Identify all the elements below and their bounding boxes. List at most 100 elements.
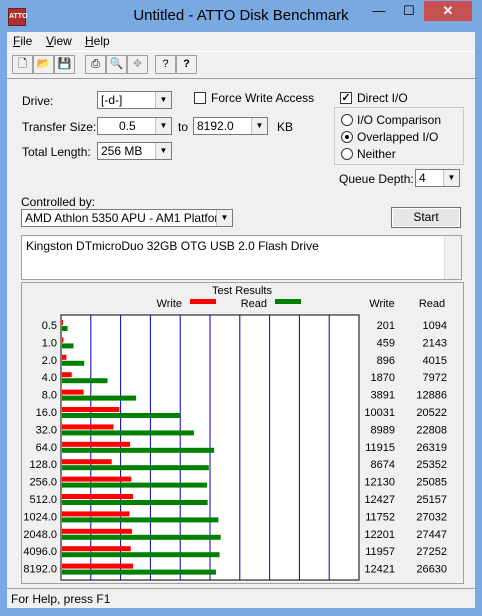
read-value: 2143 (423, 337, 447, 349)
status-text: For Help, press F1 (11, 592, 111, 606)
save-icon[interactable]: 💾 (54, 55, 75, 74)
read-value: 25085 (416, 477, 447, 489)
to-label: to (178, 120, 189, 134)
drive-select[interactable]: [-d-] ▼ (97, 91, 172, 109)
y-tick-label: 1.0 (42, 337, 57, 349)
write-bar (62, 476, 132, 482)
write-value: 12130 (364, 477, 395, 489)
controlled-by-label: Controlled by: (21, 195, 96, 209)
y-tick-label: 256.0 (29, 477, 57, 489)
queue-depth-label: Queue Depth: (339, 172, 414, 186)
read-bar (62, 413, 181, 418)
write-value: 10031 (364, 407, 395, 419)
read-bar (62, 569, 216, 575)
read-value: 4015 (423, 355, 447, 367)
description-scrollbar[interactable] (444, 236, 461, 279)
write-value: 1870 (371, 372, 395, 384)
transfer-to-select[interactable]: 8192.0 ▼ (193, 117, 268, 135)
write-value: 201 (377, 320, 395, 332)
write-bar (62, 546, 131, 552)
description-textbox[interactable]: Kingston DTmicroDuo 32GB OTG USB 2.0 Fla… (21, 235, 462, 280)
write-column-header: Write (369, 298, 394, 310)
y-tick-label: 512.0 (29, 494, 57, 506)
chevron-down-icon[interactable]: ▼ (155, 118, 171, 134)
chevron-down-icon[interactable]: ▼ (251, 118, 267, 134)
minimize-button[interactable]: — (364, 1, 394, 21)
menu-bar: File View Help (7, 32, 475, 50)
read-bar (62, 326, 68, 331)
read-bar (62, 395, 137, 401)
write-bar (62, 354, 67, 360)
y-tick-label: 4.0 (42, 372, 57, 384)
y-tick-label: 32.0 (36, 424, 57, 436)
write-bar (62, 528, 132, 534)
read-value: 27447 (416, 529, 447, 541)
move-icon[interactable]: ✥ (127, 55, 148, 74)
write-value: 11957 (365, 546, 395, 558)
chevron-down-icon[interactable]: ▼ (155, 92, 171, 108)
overlapped-io-radio[interactable] (341, 131, 353, 143)
write-value: 8674 (371, 459, 395, 471)
transfer-from-select[interactable]: 0.5 ▼ (97, 117, 172, 135)
write-bar (62, 372, 72, 378)
y-tick-label: 2.0 (42, 355, 57, 367)
read-bar (62, 378, 108, 384)
overlapped-io-label: Overlapped I/O (357, 130, 439, 144)
write-value: 896 (377, 355, 395, 367)
toolbar: 🗋 📂 💾 ⎙ 🔍 ✥ ? ? (7, 51, 475, 79)
read-value: 27032 (416, 511, 447, 523)
neither-label: Neither (357, 147, 396, 161)
read-value: 12886 (416, 390, 447, 402)
close-button[interactable]: ✕ (424, 1, 472, 21)
write-bar (62, 511, 130, 517)
read-bar (62, 343, 74, 349)
read-bar (62, 482, 208, 488)
write-value: 11915 (365, 442, 395, 454)
description-text: Kingston DTmicroDuo 32GB OTG USB 2.0 Fla… (26, 239, 319, 253)
write-bar (62, 337, 64, 343)
start-button[interactable]: Start (391, 207, 461, 228)
write-bar (62, 494, 134, 499)
y-tick-label: 8.0 (42, 390, 57, 402)
maximize-button[interactable]: ☐ (394, 1, 424, 21)
direct-io-checkbox[interactable]: ✓ (340, 92, 352, 104)
chevron-down-icon[interactable]: ▼ (155, 143, 171, 159)
help-icon[interactable]: ? (155, 55, 176, 74)
open-folder-icon[interactable]: 📂 (33, 55, 54, 74)
menu-file[interactable]: File (13, 34, 32, 48)
write-bar (62, 320, 63, 325)
menu-view[interactable]: View (46, 34, 72, 48)
results-chart: Test ResultsWriteReadWriteRead0510152025… (23, 285, 447, 610)
context-help-icon[interactable]: ? (176, 55, 197, 74)
print-icon[interactable]: ⎙ (85, 55, 106, 74)
queue-depth-select[interactable]: 4 ▼ (415, 169, 460, 187)
drive-value: [-d-] (101, 93, 123, 107)
write-bar (62, 407, 120, 412)
neither-radio[interactable] (341, 148, 353, 160)
client-area: File View Help 🗋 📂 💾 ⎙ 🔍 ✥ ? ? Drive: [-… (7, 32, 475, 610)
menu-help[interactable]: Help (85, 34, 110, 48)
y-tick-label: 0.5 (42, 320, 57, 332)
io-comparison-radio[interactable] (341, 114, 353, 126)
read-bar (62, 360, 85, 366)
print-preview-icon[interactable]: 🔍 (106, 55, 127, 74)
title-bar[interactable]: ATTO Untitled - ATTO Disk Benchmark — ☐ … (0, 0, 482, 32)
force-write-label: Force Write Access (211, 91, 315, 105)
force-write-checkbox[interactable] (194, 92, 206, 104)
chevron-down-icon[interactable]: ▼ (443, 170, 459, 186)
write-bar (62, 459, 112, 465)
chevron-down-icon[interactable]: ▼ (216, 210, 232, 226)
controlled-by-select[interactable]: AMD Athlon 5350 APU - AM1 Platform ▼ (21, 209, 233, 227)
total-length-select[interactable]: 256 MB ▼ (97, 142, 172, 160)
new-document-icon[interactable]: 🗋 (12, 55, 33, 74)
legend-write-label: Write (157, 298, 182, 310)
read-value: 7972 (423, 372, 447, 384)
read-bar (62, 430, 194, 436)
read-column-header: Read (419, 298, 445, 310)
write-bar (62, 389, 84, 395)
legend-read-label: Read (241, 298, 267, 310)
read-value: 26630 (416, 564, 447, 576)
read-bar (62, 447, 215, 453)
read-value: 25352 (416, 459, 447, 471)
y-tick-label: 128.0 (29, 459, 57, 471)
